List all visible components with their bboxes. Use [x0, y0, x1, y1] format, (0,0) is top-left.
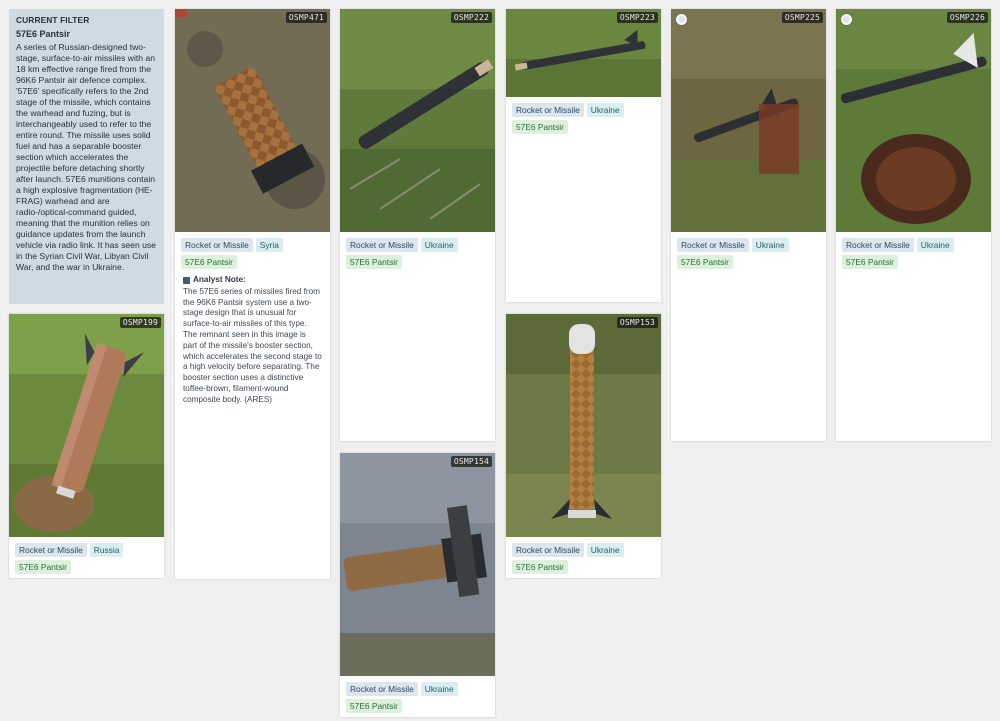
country-tag[interactable]: Syria [255, 238, 283, 252]
munition-tag[interactable]: 57E6 Pantsir [181, 255, 237, 269]
munition-tag[interactable]: 57E6 Pantsir [842, 255, 898, 269]
note-icon [183, 276, 190, 284]
tag-list: Rocket or Missile Ukraine 57E6 Pantsir [340, 676, 495, 717]
country-tag[interactable]: Ukraine [586, 543, 624, 557]
photo-image [340, 9, 495, 232]
tag-list: Rocket or Missile Ukraine 57E6 Pantsir [836, 232, 991, 273]
tag-list: Rocket or Missile Syria 57E6 Pantsir [175, 232, 330, 273]
munition-tag[interactable]: 57E6 Pantsir [512, 560, 568, 574]
country-tag[interactable]: Russia [89, 543, 124, 557]
munition-photo[interactable]: OSMP471 [175, 9, 330, 232]
country-tag[interactable]: Ukraine [586, 103, 624, 117]
photo-image [836, 9, 991, 232]
country-tag[interactable]: Ukraine [916, 238, 954, 252]
category-tag[interactable]: Rocket or Missile [842, 238, 914, 252]
code-badge: OSMP223 [616, 12, 658, 23]
munition-photo[interactable]: OSMP154 [340, 453, 495, 676]
munition-photo[interactable]: OSMP223 [506, 9, 661, 97]
munition-card[interactable]: OSMP222 Rocket or Missile Ukraine 57E6 P… [340, 9, 495, 441]
code-badge: OSMP222 [450, 12, 492, 23]
current-filter-panel: CURRENT FILTER 57E6 Pantsir A series of … [9, 9, 164, 304]
country-tag[interactable]: Ukraine [751, 238, 789, 252]
photo-image [671, 9, 826, 232]
category-tag[interactable]: Rocket or Missile [181, 238, 253, 252]
note-text: The 57E6 series of missiles fired from t… [183, 286, 322, 404]
tag-list: Rocket or Missile Russia 57E6 Pantsir [9, 537, 164, 578]
munition-card[interactable]: OSMP199 Rocket or Missile Russia 57E6 Pa… [9, 314, 164, 578]
analyst-note: Analyst Note: The 57E6 series of missile… [175, 273, 330, 412]
munition-card[interactable]: OSMP471 Rocket or Missile Syria 57E6 Pan… [175, 9, 330, 579]
munition-card[interactable]: OSMP223 Rocket or Missile Ukraine 57E6 P… [506, 9, 661, 302]
munition-tag[interactable]: 57E6 Pantsir [346, 255, 402, 269]
munition-photo[interactable]: OSMP225 [671, 9, 826, 232]
category-tag[interactable]: Rocket or Missile [512, 543, 584, 557]
code-badge: OSMP153 [616, 317, 658, 328]
munition-photo[interactable]: OSMP199 [9, 314, 164, 537]
filter-name: 57E6 Pantsir [16, 29, 71, 39]
code-badge: OSMP225 [781, 12, 823, 23]
code-badge: OSMP154 [450, 456, 492, 467]
category-tag[interactable]: Rocket or Missile [346, 238, 418, 252]
country-tag[interactable]: Ukraine [420, 238, 458, 252]
code-badge: OSMP226 [946, 12, 988, 23]
code-badge: OSMP199 [119, 317, 161, 328]
tag-list: Rocket or Missile Ukraine 57E6 Pantsir [506, 537, 661, 578]
category-tag[interactable]: Rocket or Missile [512, 103, 584, 117]
code-badge: OSMP471 [285, 12, 327, 23]
munition-card[interactable]: OSMP226 Rocket or Missile Ukraine 57E6 P… [836, 9, 991, 441]
munition-tag[interactable]: 57E6 Pantsir [346, 699, 402, 713]
munition-card[interactable]: OSMP225 Rocket or Missile Ukraine 57E6 P… [671, 9, 826, 441]
category-tag[interactable]: Rocket or Missile [15, 543, 87, 557]
status-dot-icon [676, 14, 687, 25]
munition-photo[interactable]: OSMP226 [836, 9, 991, 232]
photo-image [506, 314, 661, 537]
category-tag[interactable]: Rocket or Missile [346, 682, 418, 696]
photo-image [175, 9, 330, 232]
photo-image [9, 314, 164, 537]
munition-card[interactable]: OSMP154 Rocket or Missile Ukraine 57E6 P… [340, 453, 495, 717]
munition-tag[interactable]: 57E6 Pantsir [15, 560, 71, 574]
filter-description: A series of Russian-designed two-stage, … [16, 42, 156, 272]
munition-photo[interactable]: OSMP153 [506, 314, 661, 537]
tag-list: Rocket or Missile Ukraine 57E6 Pantsir [506, 97, 661, 138]
category-tag[interactable]: Rocket or Missile [677, 238, 749, 252]
photo-image [340, 453, 495, 676]
tag-list: Rocket or Missile Ukraine 57E6 Pantsir [340, 232, 495, 273]
filter-heading: CURRENT FILTER [16, 15, 90, 25]
tag-list: Rocket or Missile Ukraine 57E6 Pantsir [671, 232, 826, 273]
munition-tag[interactable]: 57E6 Pantsir [512, 120, 568, 134]
munition-tag[interactable]: 57E6 Pantsir [677, 255, 733, 269]
note-title: Analyst Note: [193, 275, 246, 284]
country-tag[interactable]: Ukraine [420, 682, 458, 696]
munition-card[interactable]: OSMP153 Rocket or Missile Ukraine 57E6 P… [506, 314, 661, 578]
status-dot-icon [841, 14, 852, 25]
munition-photo[interactable]: OSMP222 [340, 9, 495, 232]
